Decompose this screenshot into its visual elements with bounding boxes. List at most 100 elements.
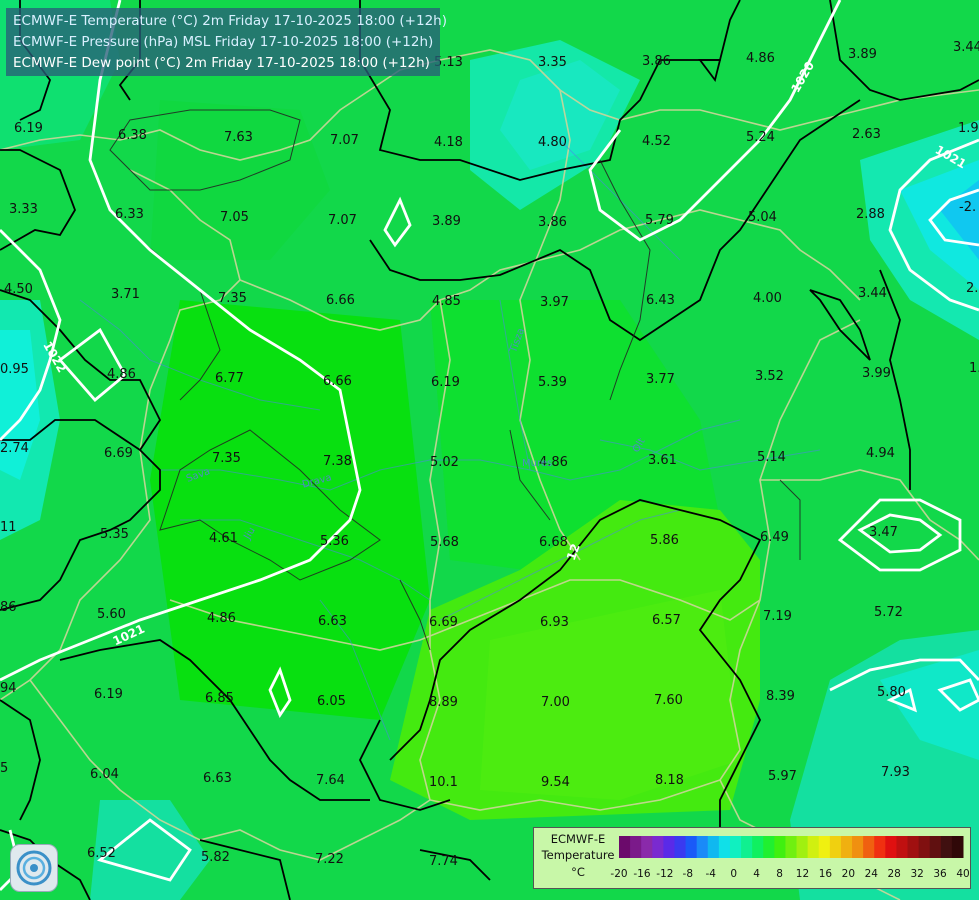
legend-color-swatch [852, 836, 864, 858]
legend-title-param: Temperature [541, 848, 615, 862]
legend-unit: °C [571, 865, 585, 879]
temperature-value-label: 3.35 [538, 55, 567, 70]
legend-color-swatch [796, 836, 809, 858]
temperature-value-label: 6.52 [87, 846, 116, 861]
temperature-value-label: 5.80 [877, 685, 906, 700]
temperature-value-label: 6.77 [215, 371, 244, 386]
temperature-value-label: 8.89 [429, 695, 458, 710]
temperature-value-label: 7.93 [881, 765, 910, 780]
temperature-value-label: 4.94 [866, 446, 895, 461]
legend-color-swatch [630, 836, 642, 858]
temperature-value-label: 7.63 [224, 130, 253, 145]
temperature-value-label: 7.35 [212, 451, 241, 466]
legend-tick-label: 0 [730, 868, 737, 880]
temperature-value-label: 6.63 [203, 771, 232, 786]
temperature-value-label: 4.61 [209, 531, 238, 546]
temperature-value-label: 4.18 [434, 135, 463, 150]
legend-color-swatch [896, 836, 909, 858]
temperature-value-label: 4.86 [107, 367, 136, 382]
legend-color-swatch [785, 836, 798, 858]
temperature-value-label: 6.43 [646, 293, 675, 308]
temperature-value-label: 10.1 [429, 775, 458, 790]
temperature-value-label: 7.38 [323, 454, 352, 469]
legend-color-swatch [696, 836, 709, 858]
legend-tick-label: -8 [682, 868, 694, 880]
temperature-value-label: 6.63 [318, 614, 347, 629]
temperature-value-label: 6.19 [14, 121, 43, 136]
temperature-value-label: -2. [959, 200, 977, 215]
temperature-value-label: 7.05 [220, 210, 249, 225]
temperature-value-label: 3.44 [858, 286, 887, 301]
temperature-value-label: 7.35 [218, 291, 247, 306]
temperature-value-label: 6.04 [90, 767, 119, 782]
temperature-value-label: 2.63 [852, 127, 881, 142]
temperature-value-label: 7.00 [541, 695, 570, 710]
legend-color-swatch [641, 836, 653, 858]
legend-tick-label: -12 [656, 868, 674, 880]
header-pressure-line: ECMWF-E Pressure (hPa) MSL Friday 17-10-… [13, 34, 434, 50]
legend-color-swatch [741, 836, 753, 858]
temperature-value-label: 2. [966, 281, 979, 296]
temperature-value-label: 7.07 [330, 133, 359, 148]
temperature-value-label: 5.60 [97, 607, 126, 622]
legend-color-swatch [829, 836, 842, 858]
temperature-value-label: 4.86 [207, 611, 236, 626]
temperature-value-label: 5 [0, 761, 9, 776]
temperature-value-label: 4.00 [753, 291, 782, 306]
temperature-value-label: 6.33 [115, 207, 144, 222]
temperature-value-label: 5.86 [650, 533, 679, 548]
legend-color-swatch [652, 836, 664, 858]
brand-logo-icon [10, 844, 58, 892]
temperature-value-label: 4.80 [538, 135, 567, 150]
temperature-value-label: 9.54 [541, 775, 570, 790]
temperature-value-label: 3.89 [848, 47, 877, 62]
legend-tick-label: 32 [910, 868, 924, 880]
temperature-value-label: 5.97 [768, 769, 797, 784]
legend-tick-label: -16 [633, 868, 651, 880]
temperature-value-label: 7.19 [763, 609, 792, 624]
legend-color-swatch [929, 836, 942, 858]
weather-map: 6.19 6.38 7.63 7.07 5.13 3.35 3.86 4.86 3.89 3.44… [0, 0, 979, 900]
temperature-value-label: 5.79 [645, 213, 674, 228]
temperature-value-label: 11 [0, 520, 17, 535]
temperature-value-label: 3.33 [9, 202, 38, 217]
temperature-value-label: 6.49 [760, 530, 789, 545]
temperature-value-label: 7.74 [429, 854, 458, 869]
legend-color-swatch [685, 836, 698, 858]
temperature-value-label: 6.66 [323, 374, 352, 389]
temperature-value-label: 3.77 [646, 372, 675, 387]
legend-tick-label: 20 [841, 868, 856, 880]
temperature-value-label: 6.93 [540, 615, 569, 630]
legend-color-swatch [619, 836, 631, 858]
temperature-value-label: 6.05 [317, 694, 346, 709]
map-header: ECMWF-E Temperature (°C) 2m Friday 17-10… [6, 8, 447, 76]
temperature-value-label: 6.69 [104, 446, 133, 461]
temperature-value-label: 8.39 [766, 689, 795, 704]
legend-tick-label: -4 [705, 868, 716, 880]
temperature-value-label: 3.44 [953, 40, 979, 55]
legend-color-swatch [763, 836, 775, 858]
temperature-value-label: 7.60 [654, 693, 683, 708]
header-temperature-line: ECMWF-E Temperature (°C) 2m Friday 17-10… [13, 13, 447, 29]
legend-tick-label: 16 [818, 868, 833, 880]
temperature-value-label: 6.57 [652, 613, 681, 628]
temperature-value-label: 8.18 [655, 773, 684, 788]
legend-tick-label: 28 [887, 868, 901, 880]
legend-color-swatch [774, 836, 786, 858]
temperature-value-label: 5.72 [874, 605, 903, 620]
temperature-value-label: 5.36 [320, 534, 349, 549]
temperature-value-label: 5.02 [430, 455, 459, 470]
temperature-value-label: 3.89 [432, 214, 461, 229]
legend-color-swatch [940, 836, 953, 858]
temperature-value-label: 6.19 [431, 375, 460, 390]
legend-tick-label: 24 [864, 868, 878, 880]
legend-tick-label: 40 [956, 868, 970, 880]
legend-tick-label: -20 [610, 868, 628, 880]
legend-color-swatch [907, 836, 920, 858]
temperature-value-label: 5.14 [757, 450, 786, 465]
legend-color-bar [619, 836, 964, 858]
legend-color-swatch [874, 836, 886, 858]
temperature-value-label: 3.86 [538, 215, 567, 230]
temperature-value-label: 6.38 [118, 128, 147, 143]
temperature-value-label: 3.52 [755, 369, 784, 384]
